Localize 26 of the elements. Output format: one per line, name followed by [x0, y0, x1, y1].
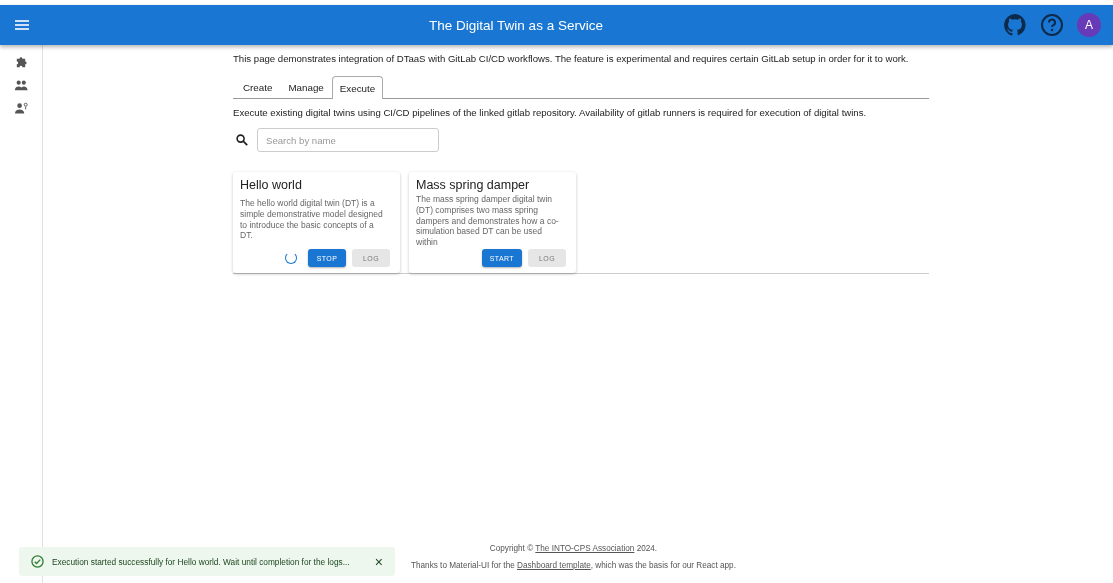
check-circle-icon: [31, 555, 44, 568]
github-icon[interactable]: [1003, 13, 1027, 37]
description-text: Execute existing digital twins using CI/CD pipelines of the linked gitlab repository. Availability of gitlab runners is required for execution of digital twins.: [233, 107, 868, 118]
association-link[interactable]: The INTO-CPS Association: [535, 544, 635, 553]
card-title: Mass spring damper: [416, 178, 531, 192]
card-title: Hello world: [240, 178, 303, 192]
tab[interactable]: Manage: [280, 76, 332, 98]
snackbar-message: Execution started successfully for Hello world. Wait until completion for the logs...: [52, 556, 351, 567]
intro-text: This page demonstrates integration of DTaaS with GitLab CI/CD workflows. The feature is experimental and requires certain GitLab setup in order for it to work.: [233, 53, 910, 64]
user-avatar[interactable]: A: [1077, 13, 1101, 37]
card-description: The mass spring damper digital twin (DT) comprises two mass spring dampers and demonstrates how a co-simulation based DT can be used within: [416, 194, 560, 248]
user-settings-icon[interactable]: [14, 101, 28, 115]
menu-icon[interactable]: [15, 20, 29, 30]
credits-text: Thanks to Material-UI for the Dashboard template, which was the basis for our React app.: [411, 561, 736, 570]
tab[interactable]: Execute: [331, 76, 384, 99]
search-icon: [236, 134, 248, 146]
app-title: The Digital Twin as a Service: [428, 17, 604, 33]
card-description: The hello world digital twin (DT) is a simple demonstrative model designed to introduce the basic concepts of a DT.: [240, 198, 384, 242]
copyright-text: Copyright © The INTO-CPS Association 2024.: [488, 544, 659, 553]
close-button[interactable]: ×: [372, 554, 385, 569]
template-link[interactable]: Dashboard template: [517, 561, 591, 570]
help-icon[interactable]: [1040, 13, 1064, 37]
search-field[interactable]: Search by name: [257, 128, 439, 152]
puzzle-icon[interactable]: [14, 55, 28, 69]
tab[interactable]: Create: [235, 76, 281, 98]
people-icon[interactable]: [14, 78, 28, 92]
